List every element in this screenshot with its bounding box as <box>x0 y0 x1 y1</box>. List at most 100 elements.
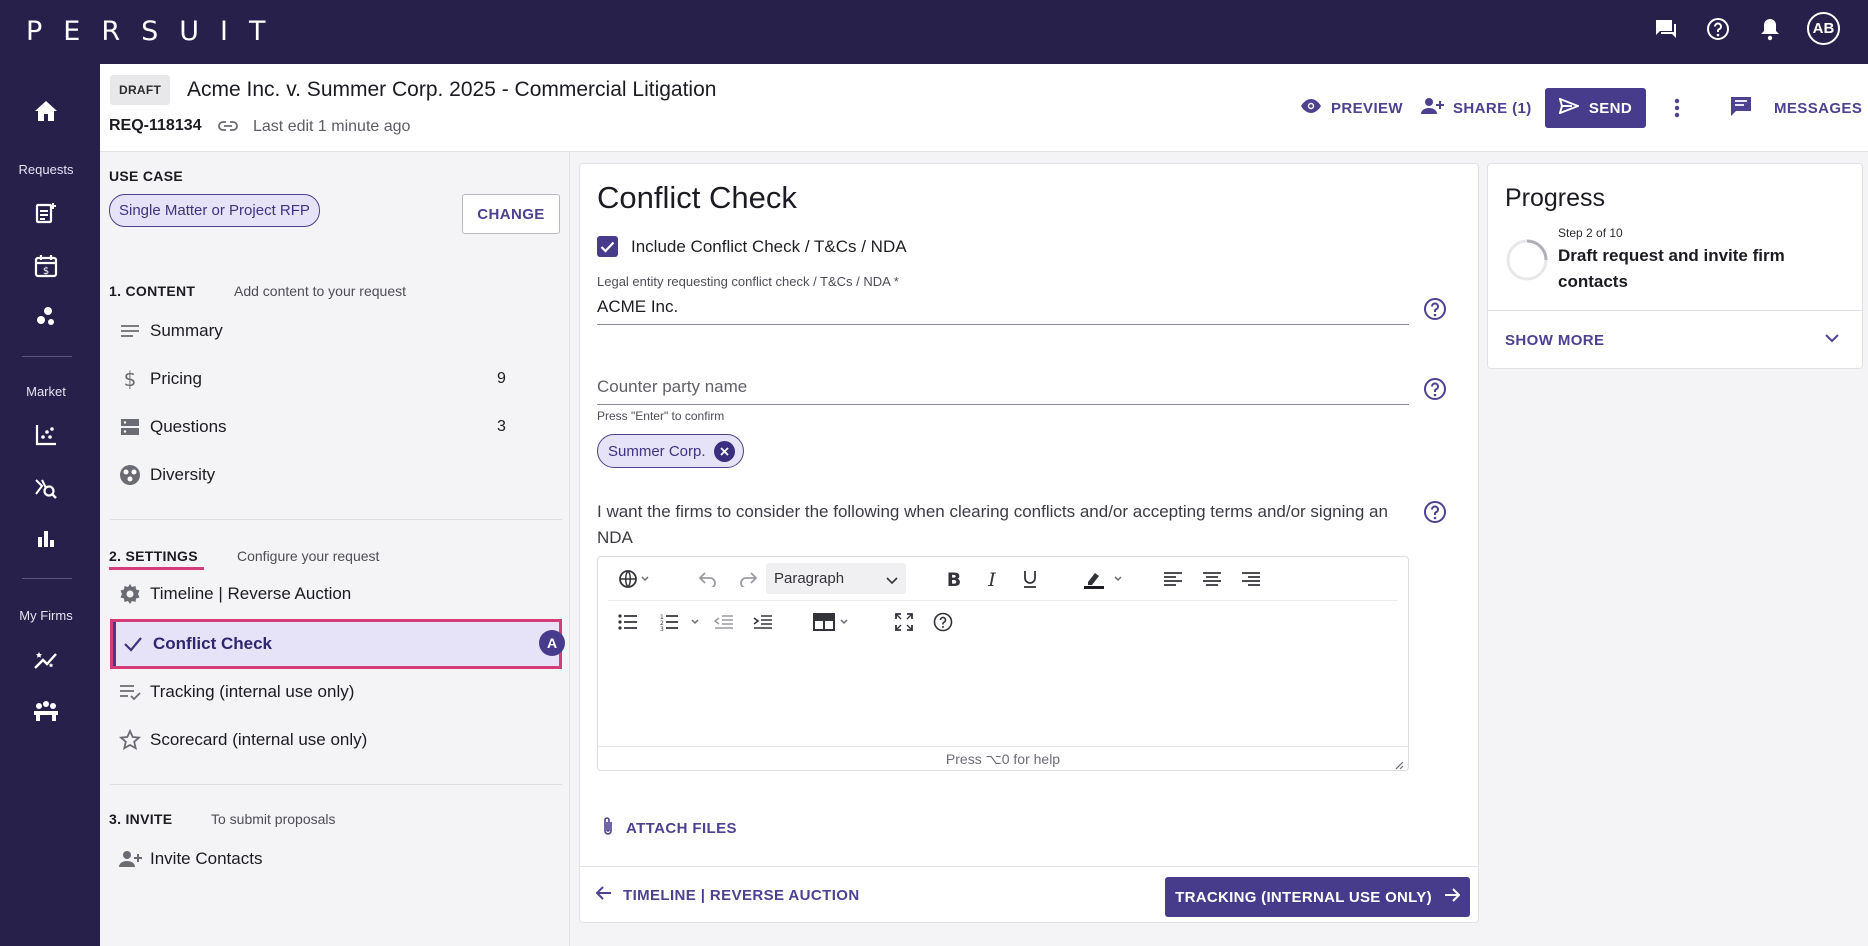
show-more-button[interactable]: SHOW MORE <box>1505 332 1604 349</box>
align-center-icon[interactable] <box>1202 568 1222 590</box>
rail-label-requests: Requests <box>18 162 74 177</box>
nav-item-conflict-check[interactable]: Conflict Check A <box>110 619 565 669</box>
redo-icon[interactable] <box>738 568 758 590</box>
copy-link-icon[interactable] <box>218 118 238 139</box>
counterparty-underline <box>597 404 1409 405</box>
check-icon <box>113 636 153 652</box>
invite-section-title: 3. INVITE <box>109 811 173 827</box>
highlight-color-icon[interactable] <box>1083 568 1125 590</box>
firm-ratings-icon[interactable] <box>0 648 92 670</box>
help-icon[interactable] <box>1703 14 1733 44</box>
svg-text:$: $ <box>124 368 137 390</box>
bell-icon[interactable] <box>1755 14 1785 44</box>
market-search-icon[interactable] <box>0 476 92 500</box>
back-to-timeline-button[interactable]: TIMELINE | REVERSE AUCTION <box>595 886 860 904</box>
svg-text:$: $ <box>43 266 49 277</box>
share-label: SHARE (1) <box>1453 99 1532 117</box>
arrow-left-icon <box>595 886 612 904</box>
back-label: TIMELINE | REVERSE AUCTION <box>623 886 860 904</box>
rail-label-market: Market <box>26 384 66 399</box>
attach-files-button[interactable]: ATTACH FILES <box>602 816 737 840</box>
editor-toolbar-row-1: Paragraph B I <box>598 557 1408 600</box>
table-icon[interactable] <box>813 611 853 633</box>
chevron-down-icon <box>886 572 898 589</box>
lines-icon <box>110 324 150 338</box>
nav-item-questions[interactable]: Questions 3 <box>110 405 562 449</box>
nav-item-summary[interactable]: Summary <box>110 309 562 353</box>
nav-label: Timeline | Reverse Auction <box>150 584 352 603</box>
send-label: SEND <box>1588 99 1633 117</box>
preview-label: PREVIEW <box>1331 99 1403 117</box>
home-icon[interactable] <box>0 100 92 122</box>
underline-icon[interactable] <box>1022 568 1038 590</box>
send-button[interactable]: SEND <box>1545 88 1646 128</box>
user-avatar[interactable]: AB <box>1807 12 1840 45</box>
paperclip-icon <box>602 816 614 840</box>
nav-item-timeline[interactable]: Timeline | Reverse Auction <box>110 572 562 616</box>
nav-item-tracking[interactable]: Tracking (internal use only) <box>110 670 562 714</box>
billing-calendar-icon[interactable]: $ <box>0 254 92 278</box>
change-use-case-button[interactable]: CHANGE <box>462 194 560 234</box>
request-id: REQ-118134 <box>109 117 202 134</box>
svg-text:I: I <box>987 570 996 588</box>
chat-icon[interactable] <box>1651 14 1681 44</box>
share-button[interactable]: SHARE (1) <box>1420 64 1532 152</box>
include-conflict-check-row[interactable]: Include Conflict Check / T&Cs / NDA <box>597 236 907 257</box>
include-checkbox[interactable] <box>597 236 618 257</box>
remove-chip-icon[interactable] <box>713 440 735 462</box>
editor-help-icon[interactable] <box>933 611 953 633</box>
persuit-logo[interactable]: PERSUIT <box>26 16 286 47</box>
request-title[interactable]: Acme Inc. v. Summer Corp. 2025 - Commerc… <box>187 78 716 102</box>
firms-group-icon[interactable] <box>0 700 92 722</box>
nav-label: Questions <box>150 417 227 436</box>
nav-label: Invite Contacts <box>150 849 263 868</box>
nav-item-diversity[interactable]: Diversity <box>110 453 562 497</box>
bullet-list-icon[interactable] <box>618 611 638 633</box>
align-left-icon[interactable] <box>1163 568 1183 590</box>
help-circle-icon[interactable] <box>1423 297 1447 326</box>
editor-content-area[interactable] <box>598 653 1408 749</box>
nav-item-scorecard[interactable]: Scorecard (internal use only) <box>110 718 562 762</box>
diversity-icon <box>110 464 150 486</box>
nav-label: Tracking (internal use only) <box>150 682 355 701</box>
language-globe-icon[interactable] <box>618 568 650 590</box>
nav-item-invite-contacts[interactable]: Invite Contacts <box>110 837 562 881</box>
checklist-icon <box>110 684 150 700</box>
top-actions: AB <box>1651 12 1840 45</box>
italic-icon[interactable]: I <box>985 568 999 590</box>
counterparty-input[interactable]: Counter party name <box>597 377 747 397</box>
step-title: Draft request and invite firm contacts <box>1558 246 1785 291</box>
entity-field[interactable]: ACME Inc. <box>597 297 678 317</box>
nav-item-pricing[interactable]: $ Pricing 9 <box>110 357 562 401</box>
undo-icon[interactable] <box>698 568 718 590</box>
help-circle-icon[interactable] <box>1423 377 1447 406</box>
numbered-list-icon[interactable]: 123 <box>658 611 702 633</box>
preview-button[interactable]: PREVIEW <box>1300 64 1403 152</box>
align-right-icon[interactable] <box>1241 568 1261 590</box>
rail-divider <box>22 356 72 357</box>
help-circle-icon[interactable] <box>1423 500 1447 529</box>
indent-icon[interactable] <box>753 611 773 633</box>
next-tracking-button[interactable]: TRACKING (INTERNAL USE ONLY) <box>1165 877 1470 917</box>
top-bar: PERSUIT AB <box>0 0 1868 64</box>
progress-spinner-icon <box>1505 238 1549 287</box>
request-sidebar: USE CASE Single Matter or Project RFP CH… <box>100 152 570 946</box>
progress-title: Progress <box>1505 184 1606 212</box>
editor-status-bar: Press ⌥0 for help <box>598 746 1408 771</box>
insights-icon[interactable] <box>0 306 92 328</box>
use-case-label: USE CASE <box>109 168 183 184</box>
resize-handle-icon[interactable] <box>1394 753 1404 778</box>
messages-button[interactable]: MESSAGES <box>1729 64 1862 152</box>
message-icon <box>1729 95 1753 121</box>
outdent-icon[interactable] <box>714 611 734 633</box>
bar-chart-icon[interactable] <box>0 528 92 548</box>
more-options-icon[interactable] <box>1674 64 1680 152</box>
svg-text:B: B <box>947 570 961 588</box>
fullscreen-icon[interactable] <box>895 611 913 633</box>
block-format-select[interactable]: Paragraph <box>766 563 906 594</box>
eye-icon <box>1300 98 1322 118</box>
chevron-down-icon[interactable] <box>1824 331 1840 349</box>
bold-icon[interactable]: B <box>946 568 962 590</box>
new-request-icon[interactable] <box>0 202 92 224</box>
scatter-chart-icon[interactable] <box>0 424 92 446</box>
